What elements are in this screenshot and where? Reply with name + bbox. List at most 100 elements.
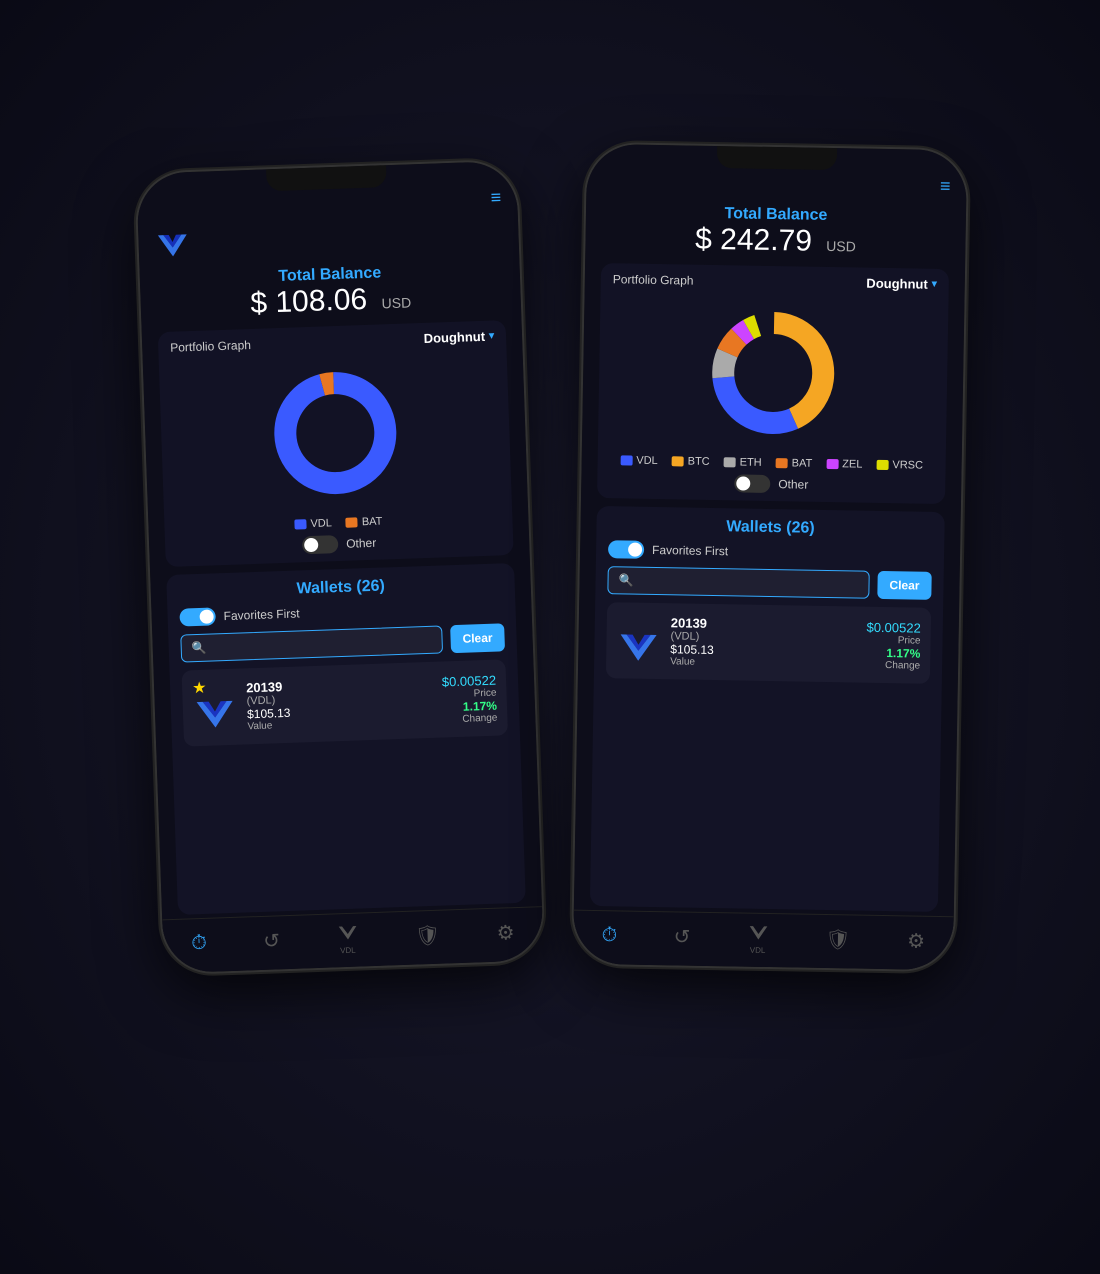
legend-item-bat-right: BAT	[776, 457, 813, 470]
screen-content-right: Total Balance $ 242.79 USD Portfolio Gra…	[574, 191, 966, 917]
wallet-price-left: $0.00522	[442, 672, 497, 689]
nav-shield-icon-right: 🛡	[825, 927, 851, 952]
nav-settings-icon-left: ⚙	[496, 920, 515, 946]
wallet-price-col-left: $0.00522 Price 1.17% Change	[442, 672, 498, 725]
doughnut-selector-left[interactable]: Doughnut ▾	[423, 328, 494, 345]
nav-history-left[interactable]: ↺	[263, 928, 281, 954]
star-icon-left: ★	[192, 678, 207, 698]
portfolio-section-right: Portfolio Graph Doughnut ▾	[597, 263, 949, 504]
phones-container: ≡ Total Balance $ 108.06 USD	[100, 87, 1000, 1187]
donut-chart-right	[702, 302, 844, 444]
search-row-left: 🔍 Clear	[180, 623, 505, 662]
bottom-nav-right: ⏱ ↺ VDL 🛡 ⚙	[573, 910, 954, 971]
favorites-knob-right	[628, 543, 642, 557]
favorites-toggle-right[interactable]	[608, 540, 644, 559]
phone-right-screen: ≡ Total Balance $ 242.79 USD Portfolio G…	[573, 144, 967, 971]
favorites-label-right: Favorites First	[652, 543, 728, 558]
doughnut-selector-right[interactable]: Doughnut ▾	[866, 276, 937, 292]
favorites-row-left: Favorites First	[179, 597, 503, 626]
wallet-price-col-right: $0.00522 Price 1.17% Change	[866, 619, 921, 671]
nav-dashboard-icon-right: ⏱	[601, 924, 617, 947]
portfolio-section-left: Portfolio Graph Doughnut ▾	[158, 320, 514, 567]
screen-content-left: Total Balance $ 108.06 USD Portfolio Gra…	[138, 208, 542, 920]
other-toggle-left[interactable]	[302, 535, 339, 554]
legend-item-zel-right: ZEL	[826, 458, 862, 471]
notch-left	[266, 165, 387, 191]
total-balance-amount-right: $ 242.79 USD	[601, 221, 950, 261]
wallet-info-left: 20139 (VDL) $105.13 Value	[246, 674, 433, 732]
other-toggle-row-right: Other	[609, 472, 933, 496]
hamburger-menu-right[interactable]: ≡	[940, 176, 951, 197]
legend-dot-bat-left	[346, 517, 358, 527]
other-label-right: Other	[778, 477, 808, 492]
wallet-logo-right	[616, 624, 661, 669]
clear-button-left[interactable]: Clear	[450, 623, 505, 653]
nav-settings-icon-right: ⚙	[907, 928, 925, 953]
wallet-change-right: 1.17%	[866, 645, 920, 660]
other-toggle-right[interactable]	[734, 474, 770, 493]
wallet-price-right: $0.00522	[866, 619, 920, 635]
nav-dashboard-right[interactable]: ⏱	[601, 924, 617, 947]
wallets-section-left: Wallets (26) Favorites First 🔍 Clear	[166, 563, 526, 915]
legend-item-eth-right: ETH	[724, 456, 762, 469]
phone-left-screen: ≡ Total Balance $ 108.06 USD	[136, 161, 544, 974]
total-balance-right: Total Balance $ 242.79 USD	[601, 199, 950, 265]
nav-dashboard-left[interactable]: ⏱	[191, 932, 207, 956]
doughnut-arrow-left: ▾	[489, 330, 494, 341]
phone-left: ≡ Total Balance $ 108.06 USD	[136, 161, 544, 974]
other-label-left: Other	[346, 536, 376, 551]
nav-shield-icon-left: 🛡	[414, 923, 440, 949]
chart-left	[171, 347, 500, 518]
portfolio-label-right: Portfolio Graph	[613, 272, 694, 287]
favorites-toggle-left[interactable]	[179, 607, 216, 626]
legend-item-btc-right: BTC	[672, 455, 710, 468]
portfolio-header-right: Portfolio Graph Doughnut ▾	[613, 271, 937, 292]
search-input-right[interactable]: 🔍	[607, 566, 869, 599]
logo-left	[154, 227, 191, 264]
nav-settings-left[interactable]: ⚙	[496, 920, 515, 946]
legend-item-vrsc-right: VRSC	[876, 459, 923, 472]
hamburger-menu-left[interactable]: ≡	[490, 187, 501, 208]
legend-dot-bat-right	[776, 458, 788, 468]
nav-history-icon-right: ↺	[673, 924, 690, 949]
wallet-change-label-right: Change	[866, 659, 920, 671]
legend-item-vdl-right: VDL	[620, 454, 658, 467]
nav-history-icon-left: ↺	[263, 928, 281, 954]
wallet-change-label-left: Change	[443, 712, 498, 725]
legend-dot-zel-right	[826, 459, 838, 469]
legend-dot-vrsc-right	[876, 460, 888, 470]
wallets-section-right: Wallets (26) Favorites First 🔍 Clear	[590, 506, 945, 912]
wallet-value-label-right: Value	[670, 656, 856, 670]
chart-right	[610, 290, 937, 456]
other-toggle-row-left: Other	[177, 529, 501, 558]
favorites-row-right: Favorites First	[608, 540, 932, 564]
nav-vdl-left[interactable]: VDL	[336, 922, 359, 956]
wallet-info-right: 20139 (VDL) $105.13 Value	[670, 615, 857, 670]
legend-right: VDL BTC ETH BAT	[610, 454, 934, 472]
nav-vdl-icon-right	[747, 922, 769, 944]
wallet-item-right[interactable]: 20139 (VDL) $105.13 Value $0.00522 Price…	[606, 602, 931, 684]
notch-right	[717, 146, 837, 170]
favorites-label-left: Favorites First	[223, 606, 299, 623]
wallet-change-left: 1.17%	[442, 698, 497, 714]
toggle-knob-right	[736, 476, 750, 490]
nav-shield-right[interactable]: 🛡	[825, 927, 851, 952]
phone-right: ≡ Total Balance $ 242.79 USD Portfolio G…	[573, 144, 967, 971]
clear-button-right[interactable]: Clear	[877, 571, 932, 600]
search-input-left[interactable]: 🔍	[180, 625, 443, 662]
favorites-knob-left	[199, 609, 213, 623]
portfolio-label-left: Portfolio Graph	[170, 337, 251, 354]
doughnut-arrow-right: ▾	[932, 279, 937, 290]
legend-dot-vdl-left	[294, 519, 306, 529]
nav-vdl-right[interactable]: VDL	[747, 922, 770, 955]
donut-chart-left	[263, 361, 408, 506]
wallets-title-right: Wallets (26)	[608, 516, 932, 540]
nav-history-right[interactable]: ↺	[673, 924, 690, 949]
nav-settings-right[interactable]: ⚙	[907, 928, 925, 953]
toggle-knob-left	[304, 538, 318, 552]
wallet-item-left[interactable]: ★ 20139 (VDL) $105.13 Value	[182, 659, 508, 746]
nav-shield-left[interactable]: 🛡	[414, 923, 440, 949]
search-row-right: 🔍 Clear	[607, 566, 931, 600]
legend-dot-btc-right	[672, 456, 684, 466]
nav-vdl-icon-left	[336, 922, 359, 945]
